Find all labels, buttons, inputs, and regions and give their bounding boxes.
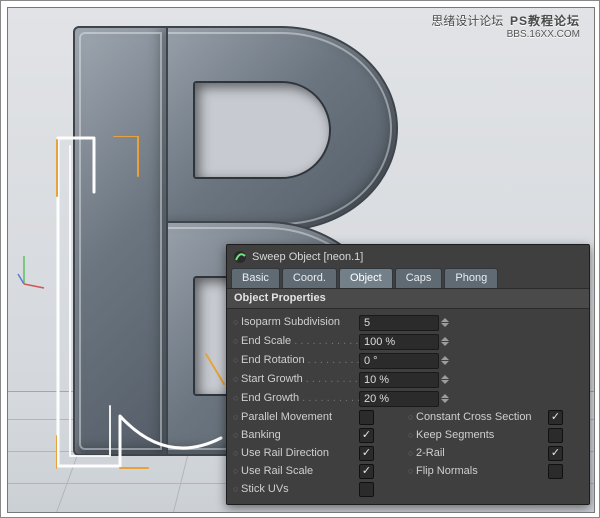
checkbox-stick-uvs[interactable] <box>359 482 374 497</box>
panel-title: Sweep Object [neon.1] <box>252 252 363 263</box>
image-frame: 思绪设计论坛 PS教程论坛 BBS.16XX.COM UiBQ.CoM Swee… <box>0 0 600 518</box>
row-railscale-flip: ○ Use Rail Scale ○ Flip Normals <box>233 462 583 480</box>
checkbox-use-rail-scale[interactable] <box>359 464 374 479</box>
row-raildir-2rail: ○ Use Rail Direction ○ 2-Rail <box>233 444 583 462</box>
spinner-start-growth[interactable] <box>441 372 451 387</box>
row-end-scale: ○ End Scale <box>233 332 583 351</box>
tab-coord[interactable]: Coord. <box>282 268 337 288</box>
label-use-rail-scale: Use Rail Scale <box>241 466 359 477</box>
checkbox-constant-cross[interactable] <box>548 410 563 425</box>
row-banking-keep: ○ Banking ○ Keep Segments <box>233 426 583 444</box>
3d-viewport[interactable]: 思绪设计论坛 PS教程论坛 BBS.16XX.COM UiBQ.CoM Swee… <box>7 7 595 513</box>
attributes-panel: Sweep Object [neon.1] Basic Coord. Objec… <box>226 244 590 505</box>
label-end-scale: End Scale <box>241 336 359 347</box>
tab-basic[interactable]: Basic <box>231 268 280 288</box>
label-use-rail-direction: Use Rail Direction <box>241 448 359 459</box>
section-object-properties: Object Properties <box>227 288 589 309</box>
input-start-growth[interactable] <box>359 372 439 388</box>
tab-object[interactable]: Object <box>339 268 393 288</box>
label-banking: Banking <box>241 430 359 441</box>
label-end-growth: End Growth <box>241 393 359 404</box>
spinner-end-rotation[interactable] <box>441 353 451 368</box>
panel-tabs: Basic Coord. Object Caps Phong <box>227 268 589 288</box>
watermark-text: BBS.16XX.COM <box>431 28 580 42</box>
row-stick-uvs: ○ Stick UVs <box>233 480 583 498</box>
watermark-text: 思绪设计论坛 <box>431 14 503 28</box>
input-isoparm[interactable] <box>359 315 439 331</box>
checkbox-banking[interactable] <box>359 428 374 443</box>
checkbox-keep-segments[interactable] <box>548 428 563 443</box>
tab-caps[interactable]: Caps <box>395 268 443 288</box>
row-end-rotation: ○ End Rotation <box>233 351 583 370</box>
row-isoparm-subdivision: ○ Isoparm Subdivision <box>233 313 583 332</box>
spinner-end-growth[interactable] <box>441 391 451 406</box>
input-end-rotation[interactable] <box>359 353 439 369</box>
watermark-top: 思绪设计论坛 PS教程论坛 BBS.16XX.COM <box>431 14 580 42</box>
label-2-rail: 2-Rail <box>416 448 548 459</box>
row-start-growth: ○ Start Growth <box>233 370 583 389</box>
label-start-growth: Start Growth <box>241 374 359 385</box>
label-keep-segments: Keep Segments <box>416 430 548 441</box>
spinner-isoparm[interactable] <box>441 315 451 330</box>
checkbox-flip-normals[interactable] <box>548 464 563 479</box>
input-end-growth[interactable] <box>359 391 439 407</box>
label-end-rotation: End Rotation <box>241 355 359 366</box>
checkbox-use-rail-direction[interactable] <box>359 446 374 461</box>
input-end-scale[interactable] <box>359 334 439 350</box>
row-parallel-constant: ○ Parallel Movement ○ Constant Cross Sec… <box>233 408 583 426</box>
sweep-object-icon <box>233 250 247 264</box>
row-end-growth: ○ End Growth <box>233 389 583 408</box>
checkbox-parallel-movement[interactable] <box>359 410 374 425</box>
property-rows: ○ Isoparm Subdivision ○ End Scale ○ End … <box>227 309 589 504</box>
label-isoparm: Isoparm Subdivision <box>241 317 359 328</box>
spinner-end-scale[interactable] <box>441 334 451 349</box>
tab-phong[interactable]: Phong <box>444 268 498 288</box>
axis-gizmo <box>16 252 46 292</box>
label-flip-normals: Flip Normals <box>416 466 548 477</box>
label-constant-cross: Constant Cross Section <box>416 412 548 423</box>
label-parallel-movement: Parallel Movement <box>241 412 359 423</box>
watermark-text: PS教程论坛 <box>510 14 580 28</box>
panel-header: Sweep Object [neon.1] <box>227 245 589 268</box>
checkbox-2-rail[interactable] <box>548 446 563 461</box>
label-stick-uvs: Stick UVs <box>241 484 359 495</box>
